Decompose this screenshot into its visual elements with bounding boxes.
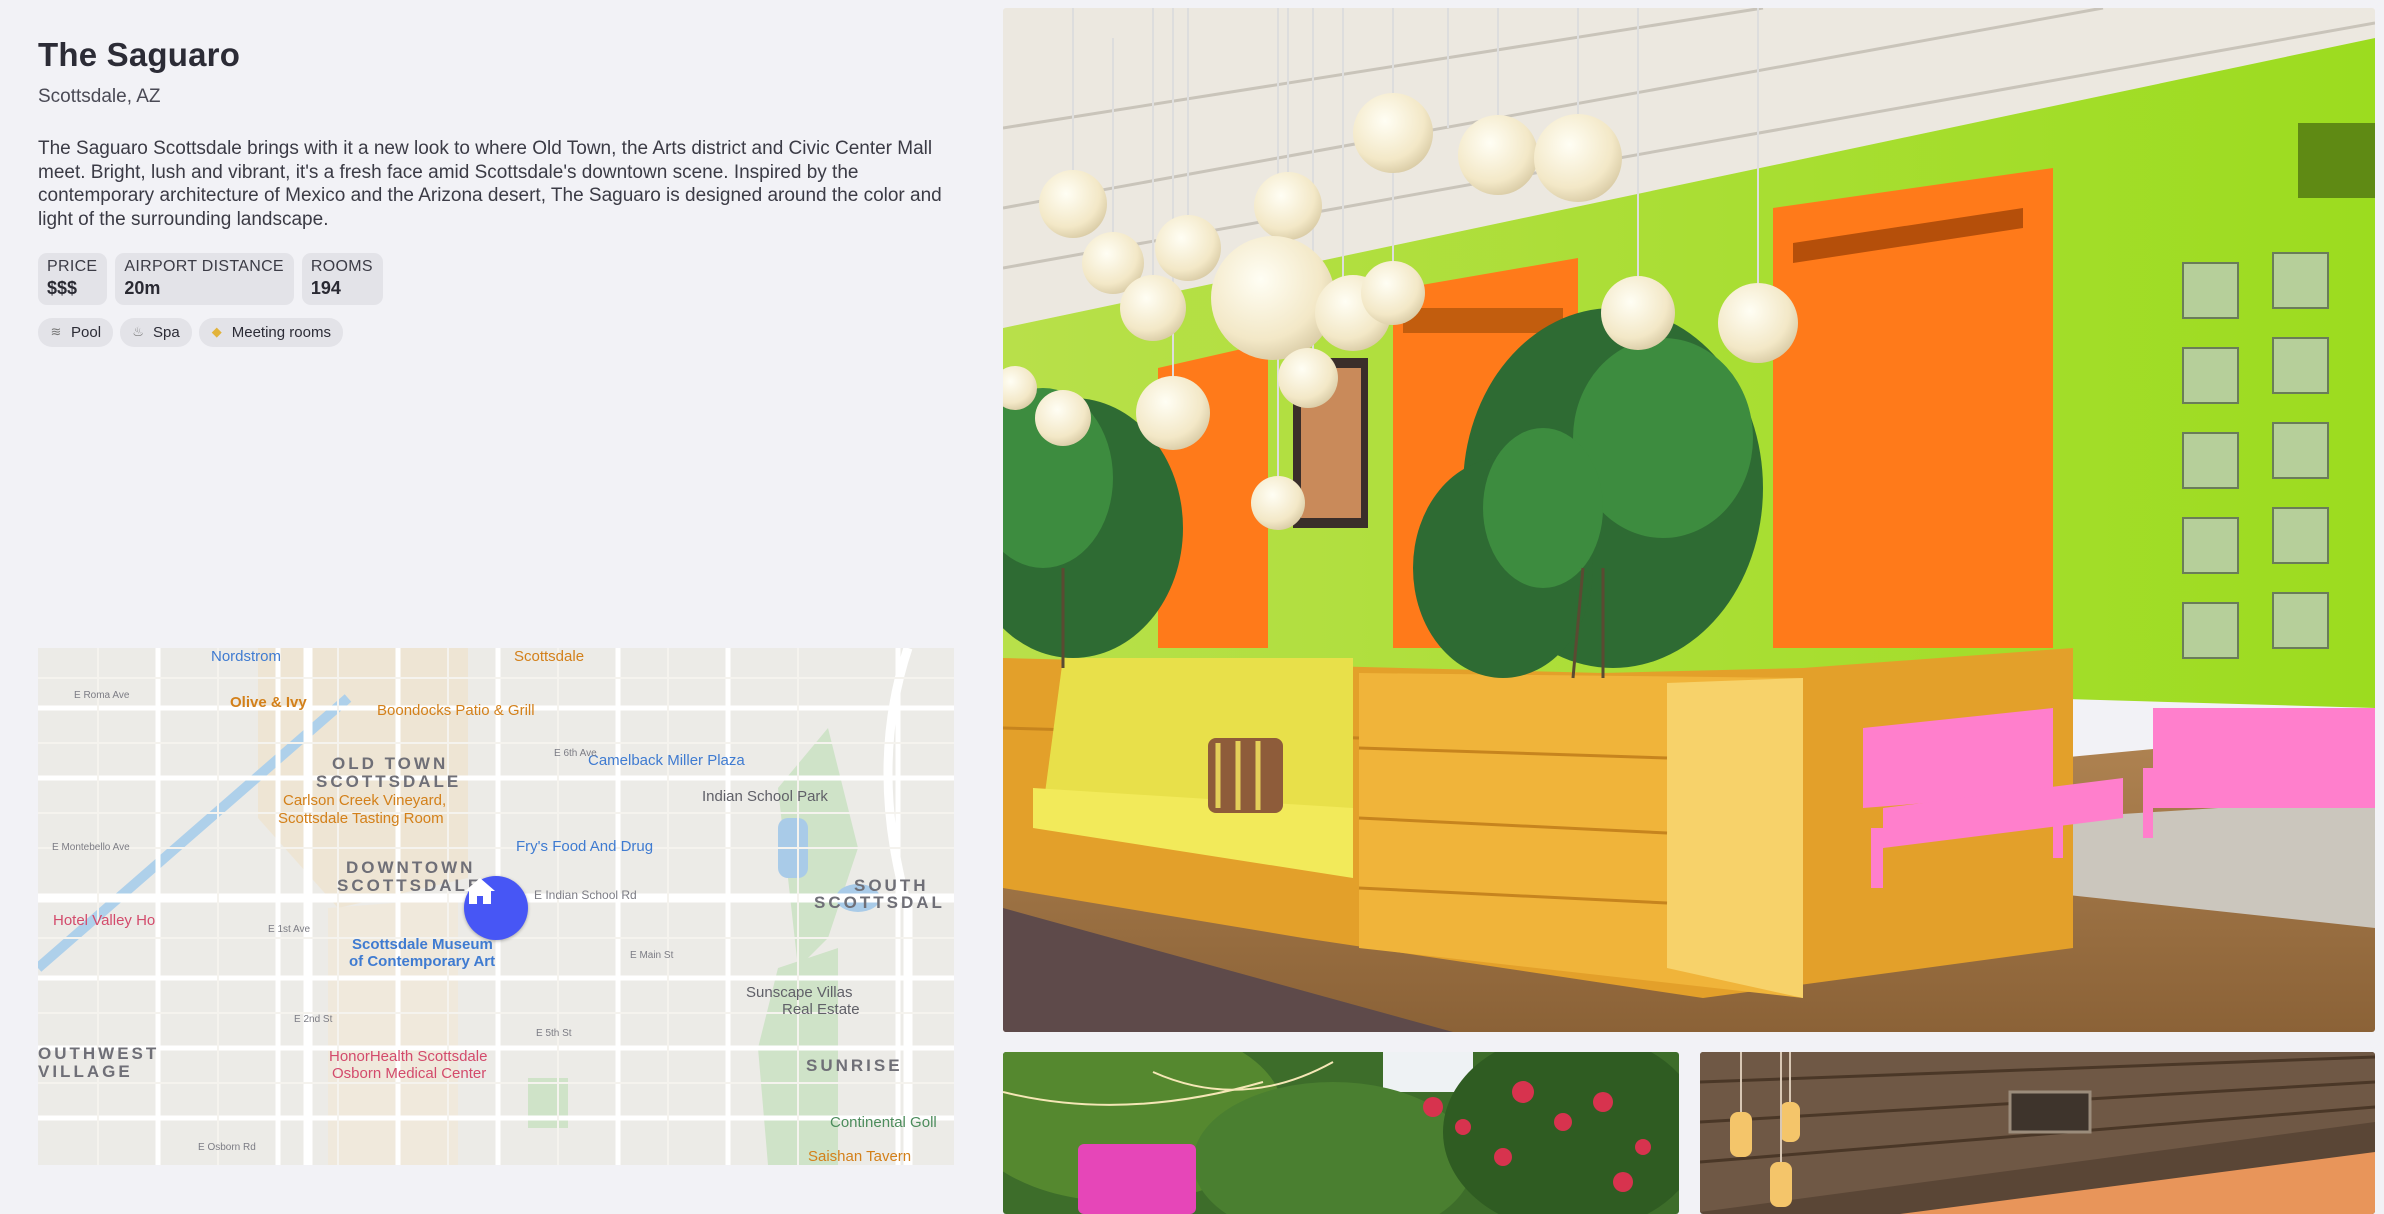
amenity-label: Pool <box>71 323 102 341</box>
map-street-main: E Main St <box>630 950 674 961</box>
map-street-2nd: E 2nd St <box>294 1014 333 1025</box>
stat-label: ROOMS <box>310 258 373 275</box>
garden-photo[interactable] <box>1003 1052 1679 1214</box>
amenity-label: Meeting rooms <box>231 323 331 341</box>
restaurant-photo[interactable] <box>1700 1052 2375 1214</box>
map-street-6th-ave: E 6th Ave <box>554 748 597 759</box>
map-street-5th: E 5th St <box>536 1028 572 1039</box>
map-district-south-2: SCOTTSDAL <box>814 893 945 912</box>
amenity-pool: ≋ Pool <box>38 318 114 347</box>
stat-value: $$$ <box>47 278 78 298</box>
restaurant-illustration <box>1700 1052 2375 1214</box>
lobby-illustration <box>1003 8 2375 1032</box>
hotel-location: Scottsdale, AZ <box>38 86 161 107</box>
map-poi-honorhealth[interactable]: HonorHealth Scottsdale <box>329 1048 487 1065</box>
hotel-map-pin[interactable] <box>464 876 528 940</box>
stat-value: 20m <box>124 278 161 298</box>
meeting-icon: ◆ <box>211 324 222 339</box>
stat-price: PRICE $$$ <box>38 253 108 305</box>
map-poi-honorhealth-2[interactable]: Osborn Medical Center <box>332 1065 486 1082</box>
map-poi-boondocks[interactable]: Boondocks Patio & Grill <box>377 702 535 719</box>
map-district-old-town: OLD TOWN <box>332 754 449 773</box>
map-poi-olive-ivy[interactable]: Olive & Ivy <box>230 694 307 711</box>
map-poi-sunscape[interactable]: Sunscape Villas <box>746 984 852 1001</box>
amenity-meeting-rooms: ◆ Meeting rooms <box>198 318 343 347</box>
map-district-sunrise: SUNRISE <box>806 1056 903 1075</box>
map-street-1st-ave: E 1st Ave <box>268 924 311 935</box>
stat-airport-distance: AIRPORT DISTANCE 20m <box>115 253 294 305</box>
map-poi-carlson-2[interactable]: Scottsdale Tasting Room <box>278 810 444 827</box>
location-map[interactable]: Nordstrom Scottsdale Olive & Ivy Boondoc… <box>38 648 954 1165</box>
amenities-row: ≋ Pool ♨ Spa ◆ Meeting rooms <box>38 318 343 347</box>
map-poi-continental[interactable]: Continental Goll <box>830 1114 937 1131</box>
map-poi-carlson[interactable]: Carlson Creek Vineyard, <box>283 792 446 809</box>
stat-value: 194 <box>310 278 341 298</box>
spa-icon: ♨ <box>132 324 144 339</box>
map-street-roma: E Roma Ave <box>74 690 130 701</box>
garden-illustration <box>1003 1052 1679 1214</box>
map-district-downtown-2: SCOTTSDALE <box>337 876 483 895</box>
stat-label: AIRPORT DISTANCE <box>124 258 284 275</box>
map-district-downtown: DOWNTOWN <box>346 858 476 877</box>
stat-rooms: ROOMS 194 <box>301 253 383 305</box>
home-icon <box>465 878 495 904</box>
stats-row: PRICE $$$ AIRPORT DISTANCE 20m ROOMS 194 <box>38 253 383 305</box>
amenity-spa: ♨ Spa <box>120 318 192 347</box>
map-poi-camelback[interactable]: Camelback Miller Plaza <box>588 752 745 769</box>
amenity-label: Spa <box>153 323 180 341</box>
map-street-indian-school: E Indian School Rd <box>534 888 637 902</box>
map-poi-saishan[interactable]: Saishan Tavern <box>808 1148 911 1165</box>
map-district-old-town-2: SCOTTSDALE <box>316 772 462 791</box>
hotel-name: The Saguaro <box>38 36 241 73</box>
map-district-southwest-2: VILLAGE <box>38 1062 133 1081</box>
map-poi-sunscape-2[interactable]: Real Estate <box>782 1001 860 1018</box>
map-street-osborn: E Osborn Rd <box>198 1142 256 1153</box>
lobby-photo[interactable] <box>1003 8 2375 1032</box>
map-poi-museum[interactable]: Scottsdale Museum <box>352 936 493 953</box>
map-district-southwest: OUTHWEST <box>38 1044 160 1063</box>
map-street-montebello: E Montebello Ave <box>52 842 130 853</box>
map-poi-nordstrom[interactable]: Nordstrom <box>211 648 281 665</box>
map-poi-hotel-valley-ho[interactable]: Hotel Valley Ho <box>53 912 155 929</box>
map-poi-frys[interactable]: Fry's Food And Drug <box>516 838 653 855</box>
map-poi-museum-2[interactable]: of Contemporary Art <box>349 953 495 970</box>
hotel-description: The Saguaro Scottsdale brings with it a … <box>38 138 942 230</box>
pool-icon: ≋ <box>50 324 62 339</box>
stat-label: PRICE <box>47 258 98 275</box>
map-poi-indian-school-park[interactable]: Indian School Park <box>702 788 828 805</box>
map-poi-scottsdale[interactable]: Scottsdale <box>514 648 584 665</box>
